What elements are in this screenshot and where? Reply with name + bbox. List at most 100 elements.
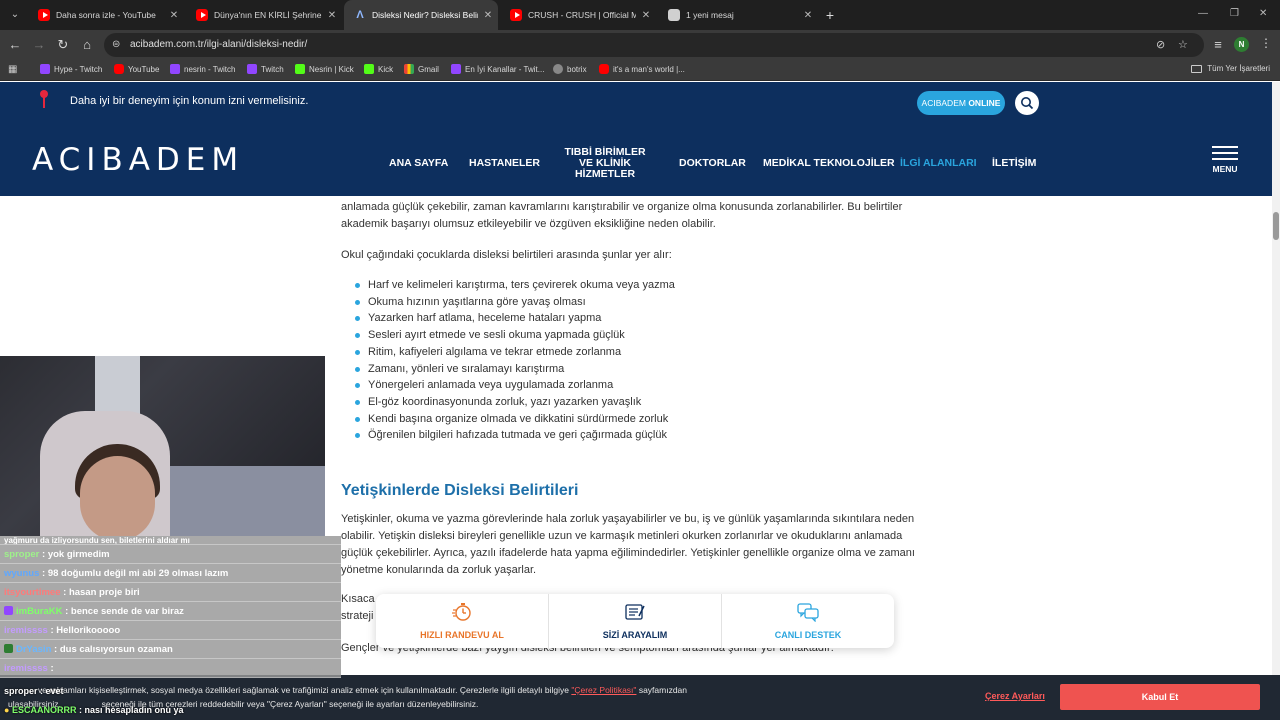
- site-search-button[interactable]: [1015, 91, 1039, 115]
- chat-badge-icon: [4, 606, 13, 615]
- home-icon[interactable]: ⌂: [79, 37, 95, 53]
- list-item: Kendi başına organize olmada ve dikkatin…: [353, 411, 931, 428]
- kick-icon: [295, 64, 305, 74]
- cookie-policy-link[interactable]: "Çerez Politikası": [571, 685, 636, 695]
- all-bookmarks-folder[interactable]: Tüm Yer İşaretleri: [1191, 64, 1270, 73]
- apps-grid-icon[interactable]: ▦: [8, 64, 17, 75]
- reload-icon[interactable]: ↻: [55, 37, 71, 53]
- twitch-icon: [170, 64, 180, 74]
- tab-search-chevron-icon[interactable]: ⌄: [6, 6, 24, 24]
- list-item: Yönergeleri anlamada veya uygulamada zor…: [353, 377, 931, 394]
- browser-tab[interactable]: 1 yeni mesaj ✕: [658, 0, 818, 30]
- forward-arrow-icon[interactable]: →: [31, 37, 47, 53]
- bookmark-item[interactable]: Hype - Twitch: [40, 64, 102, 74]
- chat-message: wyunus : 98 doğumlu değil mi abi 29 olma…: [0, 564, 341, 583]
- tab-close-icon[interactable]: ✕: [478, 10, 498, 21]
- stream-chat-overlay: yağmuru da izliyorsundu sen, biletlerini…: [0, 536, 341, 678]
- browser-tab[interactable]: Daha sonra izle - YouTube ✕: [28, 0, 184, 30]
- twitch-icon: [40, 64, 50, 74]
- tab-close-icon[interactable]: ✕: [636, 10, 656, 21]
- new-tab-plus-icon[interactable]: +: [822, 6, 838, 24]
- bookmark-item[interactable]: nesrin - Twitch: [170, 64, 235, 74]
- browser-tab-active[interactable]: Λ Disleksi Nedir? Disleksi Belirtile ✕: [344, 0, 498, 30]
- profile-avatar[interactable]: N: [1234, 37, 1249, 52]
- browser-tab-bar: ⌄ Daha sonra izle - YouTube ✕ Dünya'nın …: [0, 0, 1280, 30]
- chat-bubbles-icon: [797, 603, 819, 622]
- list-item: Okuma hızının yaşıtlarına göre yavaş olm…: [353, 294, 931, 311]
- location-notice-text: Daha iyi bir deneyim için konum izni ver…: [70, 95, 309, 107]
- twitch-icon: [247, 64, 257, 74]
- nav-ana-sayfa[interactable]: ANA SAYFA: [389, 158, 448, 169]
- bookmark-item[interactable]: botrix: [553, 64, 587, 74]
- bookmark-item[interactable]: En İyi Kanallar - Twit...: [451, 64, 544, 74]
- kick-icon: [364, 64, 374, 74]
- paragraph: anlamada güçlük çekebilir, zaman kavraml…: [341, 201, 903, 230]
- botrix-icon: [553, 64, 563, 74]
- tab-close-icon[interactable]: ✕: [798, 10, 818, 21]
- streamer-face: [80, 456, 155, 536]
- chat-message: sproper : yok girmedim: [0, 545, 341, 564]
- page-scrollbar-thumb[interactable]: [1273, 212, 1279, 240]
- browser-menu-kebab-icon[interactable]: ⋮: [1260, 36, 1272, 50]
- youtube-icon: [114, 64, 124, 74]
- chat-badge-icon: [4, 644, 13, 653]
- list-item: Ritim, kafiyeleri algılama ve tekrar etm…: [353, 344, 931, 361]
- location-pin-icon: [40, 90, 48, 108]
- youtube-icon: [38, 9, 50, 21]
- browser-tab[interactable]: Dünya'nın EN KİRLİ Şehrine Gel ✕: [186, 0, 342, 30]
- page-scrollbar[interactable]: [1272, 82, 1280, 680]
- bookmark-item[interactable]: Gmail: [404, 64, 439, 74]
- cookie-settings-link[interactable]: Çerez Ayarları: [985, 691, 1045, 701]
- window-close-icon[interactable]: ✕: [1259, 8, 1267, 19]
- nav-medikal-teknolojiler[interactable]: MEDİKAL TEKNOLOJİLER: [763, 158, 895, 169]
- paragraph: Okul çağındaki çocuklarda disleksi belir…: [341, 249, 672, 261]
- nav-doktorlar[interactable]: DOKTORLAR: [679, 158, 746, 169]
- mail-icon: [668, 9, 680, 21]
- chat-message: itsyourtimee : hasan proje biri: [0, 583, 341, 602]
- search-icon: [1021, 97, 1034, 110]
- chat-message: sproper : evet: [4, 686, 64, 696]
- minimize-icon[interactable]: —: [1198, 8, 1208, 19]
- chat-badge-icon: ●: [4, 705, 10, 715]
- folder-icon: [1191, 64, 1203, 73]
- twitch-icon: [451, 64, 461, 74]
- nav-iletisim[interactable]: İLETİŞİM: [992, 158, 1036, 169]
- nav-hastaneler[interactable]: HASTANELER: [469, 158, 540, 169]
- browser-toolbar: ← → ↻ ⌂ ⊜ acibadem.com.tr/ilgi-alani/dis…: [0, 30, 1280, 60]
- tab-close-icon[interactable]: ✕: [322, 10, 342, 21]
- hamburger-menu-button[interactable]: MENU: [1212, 146, 1238, 174]
- back-arrow-icon[interactable]: ←: [7, 37, 23, 53]
- quick-appointment-button[interactable]: HIZLI RANDEVU AL: [376, 594, 549, 648]
- webcam-overlay: [0, 356, 325, 536]
- list-item: Öğrenilen bilgileri hafızada tutmada ve …: [353, 427, 931, 444]
- url-text: acibadem.com.tr/ilgi-alani/disleksi-nedi…: [130, 39, 308, 50]
- form-icon: [625, 604, 645, 620]
- bookmark-item[interactable]: Twitch: [247, 64, 284, 74]
- accept-cookies-button[interactable]: Kabul Et: [1060, 684, 1260, 710]
- tracking-blocked-icon[interactable]: ⊘: [1156, 38, 1165, 52]
- bookmark-item[interactable]: Nesrin | Kick: [295, 64, 354, 74]
- site-info-icon[interactable]: ⊜: [112, 38, 126, 52]
- chat-message: DrYasin : dus calısıyorsun ozaman: [0, 640, 341, 659]
- chat-message: ● ESCAANORRR : nası hesapladın onu ya: [4, 705, 184, 715]
- acibadem-online-button[interactable]: ACIBADEM ONLINE: [917, 91, 1005, 115]
- bookmark-star-icon[interactable]: ☆: [1178, 38, 1188, 52]
- bookmark-item[interactable]: Kick: [364, 64, 393, 74]
- youtube-icon: [599, 64, 609, 74]
- nav-tibbi-birimler[interactable]: TIBBİ BİRİMLER VE KLİNİK HİZMETLER: [556, 147, 654, 180]
- location-notice-bar: Daha iyi bir deneyim için konum izni ver…: [0, 82, 1272, 120]
- youtube-icon: [510, 9, 522, 21]
- bookmark-item[interactable]: it's a man's world |...: [599, 64, 685, 74]
- acibadem-logo[interactable]: ACIBADEM: [32, 142, 244, 178]
- call-me-button[interactable]: SİZİ ARAYALIM: [549, 594, 722, 648]
- maximize-icon[interactable]: ❐: [1230, 8, 1239, 19]
- paragraph: Yetişkinler, okuma ve yazma görevlerinde…: [341, 513, 915, 577]
- address-bar[interactable]: ⊜ acibadem.com.tr/ilgi-alani/disleksi-ne…: [104, 33, 1204, 57]
- bookmark-item[interactable]: YouTube: [114, 64, 159, 74]
- nav-ilgi-alanlari[interactable]: İLGİ ALANLARI: [900, 158, 977, 169]
- tab-groups-icon[interactable]: ≡: [1210, 37, 1226, 53]
- tab-close-icon[interactable]: ✕: [164, 10, 184, 21]
- live-support-button[interactable]: CANLI DESTEK: [722, 594, 894, 648]
- gmail-icon: [404, 64, 414, 74]
- browser-tab[interactable]: CRUSH - CRUSH | Official Music ✕: [500, 0, 656, 30]
